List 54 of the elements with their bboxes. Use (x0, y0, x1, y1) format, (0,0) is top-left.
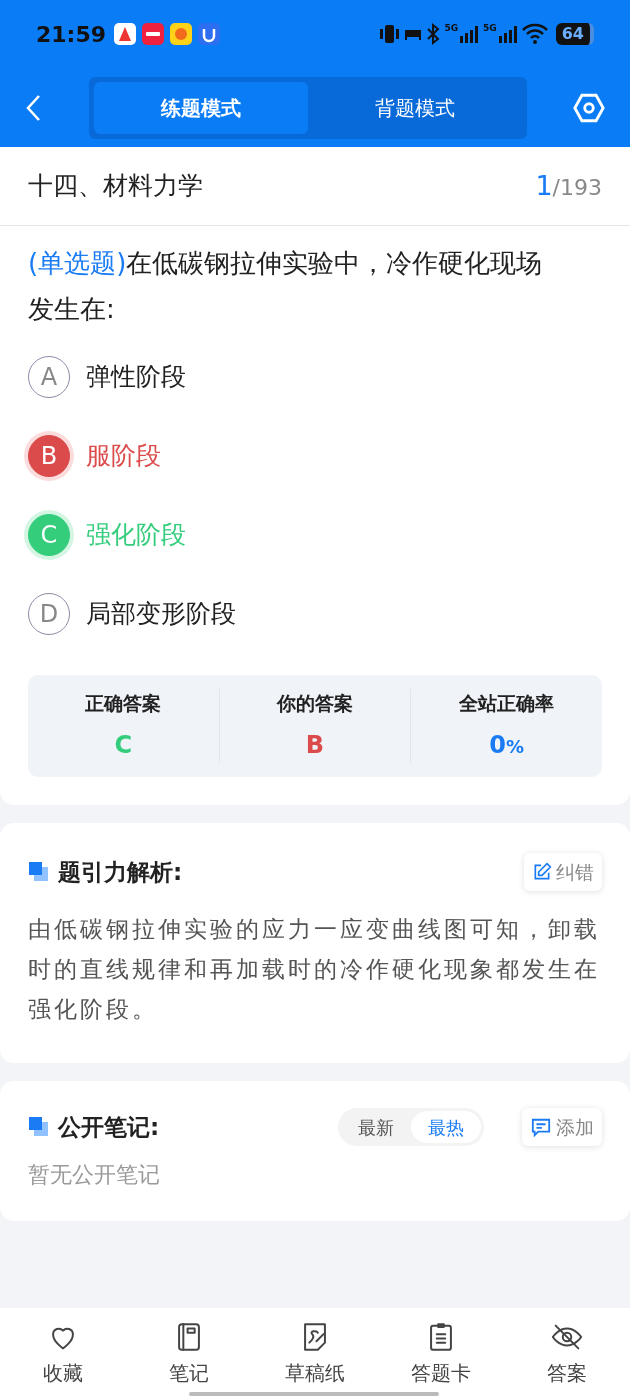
current-question-number: 1 (535, 168, 553, 203)
signal-icon (497, 24, 518, 44)
option-text: 局部变形阶段 (86, 598, 236, 631)
bluetooth-icon (426, 22, 441, 46)
app-notification-icon (114, 23, 137, 45)
summary-value: B (305, 730, 325, 762)
network-label: 5G (483, 24, 497, 33)
option-text: 弹性阶段 (86, 361, 186, 394)
option-letter: A (28, 356, 70, 398)
sort-tab[interactable]: 最新 (341, 1111, 411, 1143)
summary-value: C (114, 730, 133, 762)
question-total: /193 (552, 173, 602, 202)
answer-option[interactable]: B 服阶段 (28, 435, 602, 477)
option-text: 服阶段 (86, 440, 161, 473)
add-note-button[interactable]: 添加 (522, 1108, 602, 1146)
bottom-nav-item[interactable]: 草稿纸 (260, 1320, 370, 1388)
bottom-nav-item[interactable]: 答题卡 (386, 1320, 496, 1388)
squares-icon (28, 861, 50, 883)
option-letter: D (28, 593, 70, 635)
sort-tab[interactable]: 最热 (411, 1111, 481, 1143)
edit-icon (532, 862, 552, 882)
option-text: 强化阶段 (86, 519, 186, 552)
mode-tab[interactable]: 背题模式 (308, 81, 522, 134)
summary-label: 正确答案 (85, 690, 162, 716)
network-label: 5G (444, 24, 459, 33)
summary-value: 0 (489, 730, 506, 762)
notes-title: 公开笔记: (58, 1112, 160, 1142)
report-error-button[interactable]: 纠错 (524, 853, 602, 891)
empty-notes-message: 暂无公开笔记 (28, 1161, 161, 1189)
summary-label: 全站正确率 (459, 690, 555, 716)
analysis-text: 由低碳钢拉伸实验的应力一应变曲线图可知，卸载时的直线规律和再加载时的冷作硬化现象都发生在强化阶段。 (28, 915, 601, 1024)
mode-tab[interactable]: 练题模式 (94, 81, 308, 134)
app-notification-icon (198, 23, 221, 45)
option-letter: C (28, 514, 70, 556)
wifi-icon (521, 23, 548, 45)
bottom-nav-item[interactable]: 答案 (512, 1320, 622, 1388)
app-notification-icon (142, 23, 165, 45)
percent-sign: % (506, 736, 525, 760)
bottom-nav-item[interactable]: 收藏 (8, 1320, 118, 1388)
analysis-title: 题引力解析: (58, 857, 183, 887)
bottom-nav-item[interactable]: 笔记 (134, 1320, 244, 1388)
status-time: 21:59 (36, 20, 107, 49)
summary-label: 你的答案 (277, 690, 353, 716)
comment-icon (530, 1117, 552, 1137)
signal-icon (459, 24, 480, 44)
app-notification-icon (170, 23, 193, 45)
section-title: 十四、材料力学 (28, 170, 203, 203)
answer-option[interactable]: A 弹性阶段 (28, 356, 602, 398)
battery-indicator: 64 (555, 23, 594, 45)
option-letter: B (28, 435, 70, 477)
answer-option[interactable]: D 局部变形阶段 (28, 593, 602, 635)
question-text: (单选题)在低碳钢拉伸实验中，冷作硬化现场发生在: (28, 247, 544, 326)
squares-icon (28, 1116, 50, 1138)
vibrate-icon (379, 22, 401, 46)
